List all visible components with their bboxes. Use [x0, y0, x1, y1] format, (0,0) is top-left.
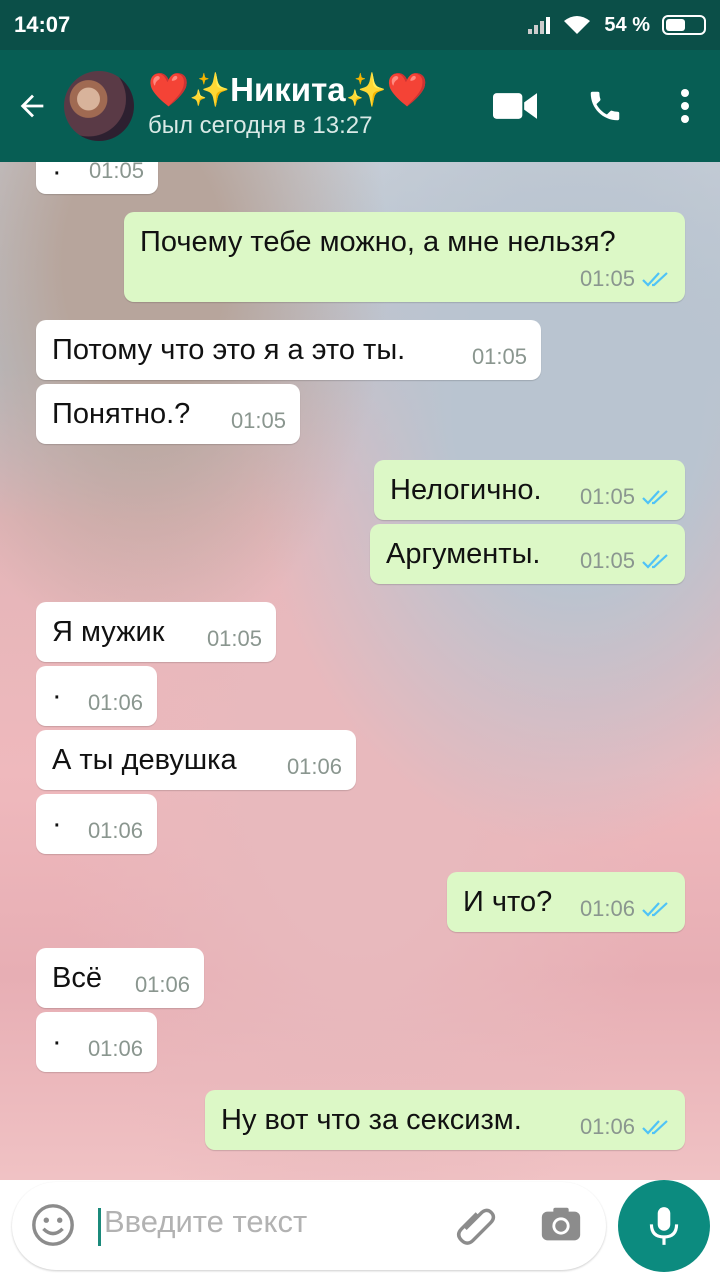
read-receipt-icon: [642, 272, 668, 287]
message-time: 01:06: [134, 972, 190, 997]
message-text: А ты девушка: [52, 744, 237, 776]
input-placeholder: Введите текст: [104, 1204, 308, 1239]
message-meta: 01:06: [580, 896, 671, 922]
message-meta: 01:05: [207, 626, 262, 652]
message-time: 01:06: [87, 690, 143, 715]
message-meta: 01:06: [88, 818, 143, 844]
emoji-icon[interactable]: [30, 1202, 76, 1248]
video-call-icon: [493, 93, 537, 119]
message-input[interactable]: Введите текст: [12, 1182, 606, 1270]
incoming-message[interactable]: · 01:05: [36, 162, 158, 194]
chat-area[interactable]: · 01:05 Почему тебе можно, а мне нельзя? 01…: [0, 162, 720, 1180]
message-time: 01:06: [579, 896, 635, 921]
message-text: ·: [52, 162, 62, 188]
more-options-button[interactable]: [650, 88, 720, 124]
message-meta: 01:06: [135, 972, 190, 998]
message-text: Всё: [52, 962, 102, 994]
outgoing-message[interactable]: Нелогично. 01:05: [374, 460, 685, 520]
message-time: 01:06: [87, 1036, 143, 1061]
message-meta: 01:06: [88, 690, 143, 716]
call-button[interactable]: [560, 87, 650, 125]
mic-icon: [649, 1207, 679, 1245]
message-time: 01:05: [206, 626, 262, 651]
signal-icon: [528, 16, 551, 34]
message-time: 01:05: [579, 548, 635, 573]
message-meta: 01:06: [287, 754, 342, 780]
battery-icon: [662, 15, 706, 35]
status-icons: 54 %: [528, 14, 706, 37]
wifi-icon: [564, 16, 591, 34]
read-receipt-icon: [642, 554, 668, 569]
battery-percent: 54 %: [604, 13, 650, 36]
outgoing-message[interactable]: Аргументы. 01:05: [370, 524, 685, 584]
message-text: ·: [52, 680, 62, 712]
avatar[interactable]: [64, 71, 134, 141]
read-receipt-icon: [642, 902, 668, 917]
message-text: Аргументы.: [386, 538, 541, 570]
incoming-message[interactable]: · 01:06: [36, 1012, 157, 1072]
message-time: 01:05: [579, 484, 635, 509]
camera-icon[interactable]: [538, 1202, 584, 1248]
compose-bar: Введите текст: [0, 1172, 720, 1280]
message-time: 01:05: [230, 408, 286, 433]
message-text: Ну вот что за сексизм.: [221, 1104, 522, 1136]
message-text: Я мужик: [52, 616, 165, 648]
message-text: Почему тебе можно, а мне нельзя?: [140, 226, 616, 258]
message-time: 01:06: [579, 1114, 635, 1139]
message-time: 01:06: [87, 818, 143, 843]
message-meta: 01:05: [580, 484, 671, 510]
more-vert-icon: [681, 89, 689, 123]
message-text: И что?: [463, 886, 553, 918]
message-text: Нелогично.: [390, 474, 542, 506]
message-time: 01:05: [88, 162, 144, 183]
message-text: Понятно.?: [52, 398, 191, 430]
incoming-message[interactable]: · 01:06: [36, 666, 157, 726]
incoming-message[interactable]: · 01:06: [36, 794, 157, 854]
message-meta: 01:06: [88, 1036, 143, 1062]
outgoing-message[interactable]: Почему тебе можно, а мне нельзя? 01:05: [124, 212, 685, 302]
last-seen: был сегодня в 13:27: [148, 112, 373, 139]
message-text: ·: [52, 1026, 62, 1058]
message-text: ·: [52, 808, 62, 840]
message-meta: 01:05: [580, 266, 671, 292]
video-call-button[interactable]: [470, 91, 560, 121]
incoming-message[interactable]: А ты девушка 01:06: [36, 730, 356, 790]
status-bar: 14:07 54 %: [0, 0, 720, 50]
status-time: 14:07: [14, 12, 71, 37]
message-text: Потому что это я а это ты.: [52, 334, 406, 366]
message-time: 01:05: [579, 266, 635, 291]
contact-name: ❤️✨Никита✨❤️: [148, 71, 428, 108]
incoming-message[interactable]: Понятно.? 01:05: [36, 384, 300, 444]
message-time: 01:06: [286, 754, 342, 779]
message-meta: 01:06: [580, 1114, 671, 1140]
back-button[interactable]: [0, 89, 64, 123]
incoming-message[interactable]: Всё 01:06: [36, 948, 204, 1008]
message-meta: 01:05: [231, 408, 286, 434]
back-arrow-icon: [20, 94, 44, 118]
message-time: 01:05: [471, 344, 527, 369]
voice-record-button[interactable]: [618, 1180, 710, 1272]
outgoing-message[interactable]: И что? 01:06: [447, 872, 685, 932]
read-receipt-icon: [642, 490, 668, 505]
message-meta: 01:05: [580, 548, 671, 574]
incoming-message[interactable]: Потому что это я а это ты. 01:05: [36, 320, 541, 380]
message-meta: 01:05: [472, 344, 527, 370]
attach-icon[interactable]: [452, 1202, 498, 1248]
chat-header: ❤️✨Никита✨❤️ был сегодня в 13:27: [0, 50, 720, 162]
phone-icon: [590, 91, 620, 121]
message-meta: 01:05: [89, 162, 144, 184]
text-caret: [98, 1208, 101, 1246]
incoming-message[interactable]: Я мужик 01:05: [36, 602, 276, 662]
outgoing-message[interactable]: Ну вот что за сексизм. 01:06: [205, 1090, 685, 1150]
contact-info[interactable]: ❤️✨Никита✨❤️ был сегодня в 13:27: [148, 70, 470, 142]
read-receipt-icon: [642, 1120, 668, 1135]
